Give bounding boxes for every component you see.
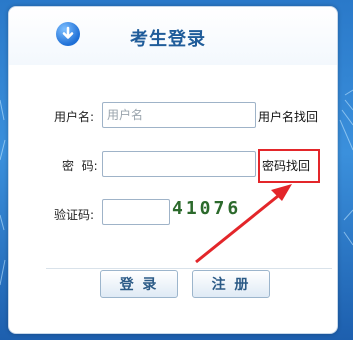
username-label: 用户名:: [54, 110, 95, 124]
login-button[interactable]: 登 录: [100, 270, 178, 298]
highlight-box: [258, 149, 320, 183]
captcha-label: 验证码:: [54, 208, 95, 222]
arrow-down-circle-icon: [56, 22, 80, 46]
password-label: 密 码:: [62, 159, 98, 173]
captcha-image[interactable]: 41076: [172, 198, 252, 222]
username-input[interactable]: [102, 102, 256, 128]
password-input[interactable]: [102, 151, 256, 177]
username-recovery-link[interactable]: 用户名找回: [258, 108, 318, 125]
page-title: 考生登录: [130, 29, 206, 50]
captcha-input[interactable]: [102, 199, 170, 225]
divider: [46, 268, 332, 269]
register-button[interactable]: 注 册: [192, 270, 270, 298]
